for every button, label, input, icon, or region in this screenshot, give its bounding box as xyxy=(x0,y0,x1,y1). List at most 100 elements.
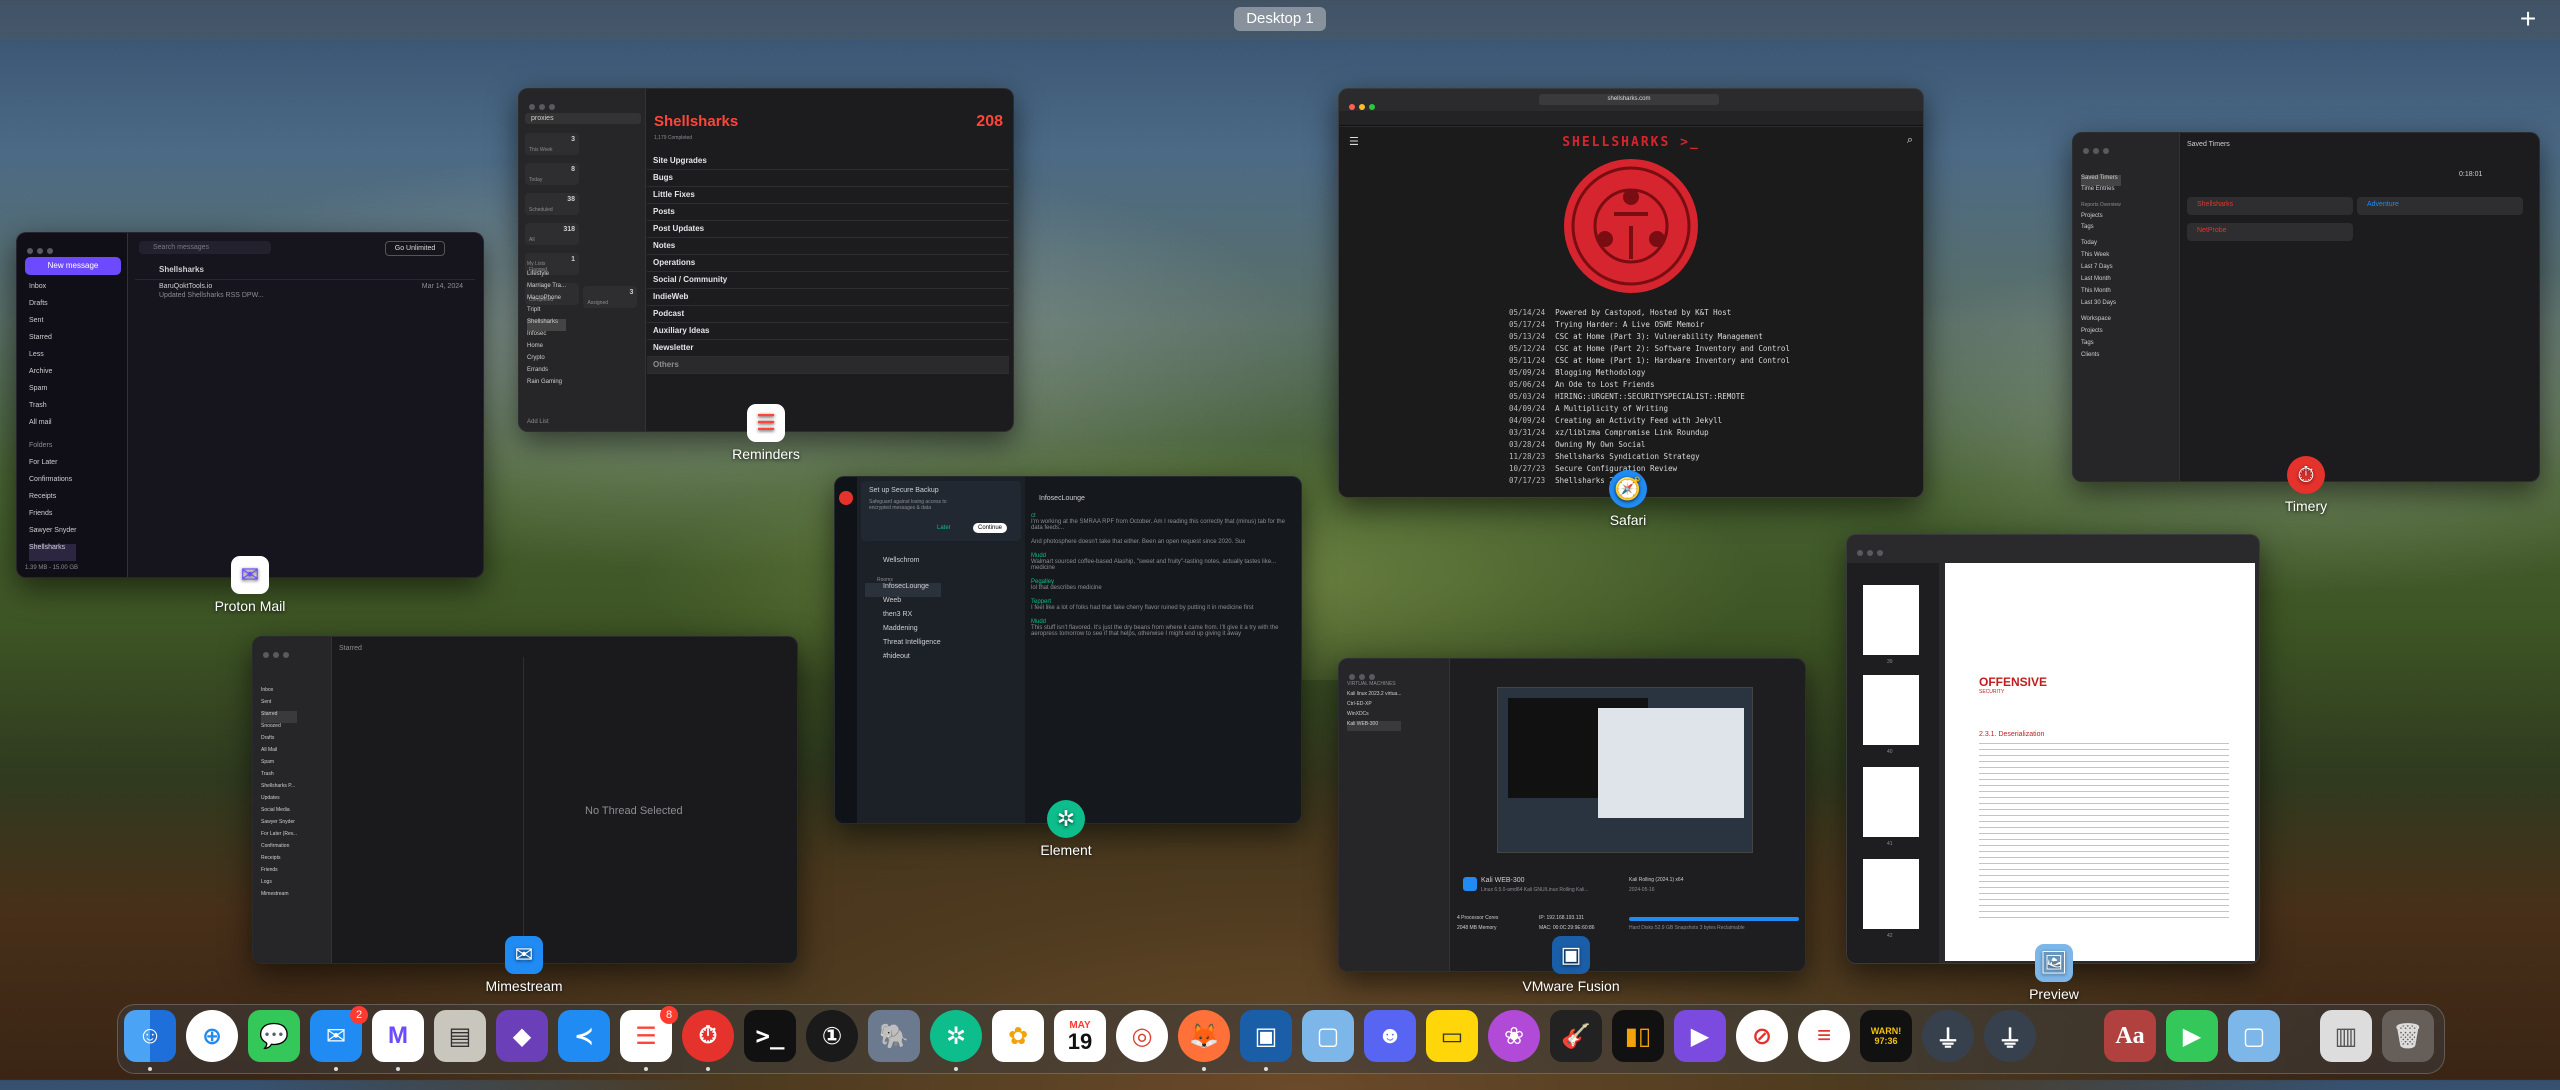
room-item[interactable]: Wellschrom xyxy=(865,557,941,571)
smart-list-assigned[interactable]: Assigned 3 xyxy=(583,286,638,308)
folder-less[interactable]: Less xyxy=(29,351,76,368)
vm-screen-preview[interactable] xyxy=(1497,687,1753,853)
mime-folder[interactable]: Sent xyxy=(261,699,297,711)
group-indieweb[interactable]: IndieWeb xyxy=(647,289,1009,306)
list-marriage[interactable]: Marriage Tra... xyxy=(527,283,566,295)
garageband-icon[interactable]: 🎸 xyxy=(1550,1010,1602,1062)
add-list-button[interactable]: Add List xyxy=(527,419,549,425)
vscode-icon[interactable]: ≺ xyxy=(558,1010,610,1062)
list-rain-gaming[interactable]: Rain Gaming xyxy=(527,379,566,391)
reminders-label[interactable]: ☰ Reminders xyxy=(716,404,816,462)
list-shellsharks[interactable]: Shellsharks xyxy=(527,319,567,331)
mime-folder[interactable]: Trash xyxy=(261,771,297,783)
safari-tab-bar[interactable] xyxy=(1339,111,1923,126)
audio-icon[interactable]: ▮▯ xyxy=(1612,1010,1664,1062)
group-site-upgrades[interactable]: Site Upgrades xyxy=(647,153,1009,170)
add-space-button[interactable]: + xyxy=(2514,4,2542,34)
message-list-item[interactable]: BaruQoktTools.io Updated Shellsharks RSS… xyxy=(135,279,475,308)
mime-folder[interactable]: Mimestream xyxy=(261,891,297,903)
warp-icon[interactable]: WARN! 97:36 xyxy=(1860,1010,1912,1062)
space-desktop-1[interactable]: Desktop 1 xyxy=(1234,7,1326,31)
preview-label[interactable]: 🖼 Preview xyxy=(2004,944,2104,1002)
folder-for-later[interactable]: For Later xyxy=(29,459,76,476)
mimestream-window[interactable]: Inbox Sent Starred Snoozed Drafts All Ma… xyxy=(252,636,798,964)
room-item[interactable]: #hideout xyxy=(865,653,941,667)
post-item[interactable]: 05/03/24 HIRING::URGENT::SECURITYSPECIALI… xyxy=(1509,391,1790,403)
post-item[interactable]: 03/31/24 xz/liblzma Compromise Link Round… xyxy=(1509,427,1790,439)
thumb-page[interactable] xyxy=(1863,585,1919,655)
group-post-updates[interactable]: Post Updates xyxy=(647,221,1009,238)
messages-icon[interactable]: 💬 xyxy=(248,1010,300,1062)
group-operations[interactable]: Operations xyxy=(647,255,1009,272)
mimestream-label[interactable]: ✉ Mimestream xyxy=(474,936,574,994)
mime-folder[interactable]: Snoozed xyxy=(261,723,297,735)
post-item[interactable]: 05/06/24 An Ode to Lost Friends xyxy=(1509,379,1790,391)
proton-mail-window[interactable]: New message Inbox Drafts Sent Starred Le… xyxy=(16,232,484,578)
mime-folder[interactable]: Drafts xyxy=(261,735,297,747)
list-tripit[interactable]: TripIt xyxy=(527,307,566,319)
smart-list-all[interactable]: All 318 xyxy=(525,223,579,245)
vmware-fusion-label[interactable]: ▣ VMware Fusion xyxy=(1514,936,1628,994)
mime-folder[interactable]: Social Media xyxy=(261,807,297,819)
room-item[interactable]: Weeb xyxy=(865,597,941,611)
timery-label[interactable]: ⏱ Timery xyxy=(2256,456,2356,514)
sidebar-saved-timers[interactable]: Saved Timers xyxy=(2081,175,2121,186)
vm-item[interactable]: WinXDCs xyxy=(1347,711,1401,721)
group-bugs[interactable]: Bugs xyxy=(647,170,1009,187)
timer-card-shellsharks[interactable]: Shellsharks xyxy=(2187,197,2353,215)
mime-folder[interactable]: Friends xyxy=(261,867,297,879)
sidebar-last-7-days[interactable]: Last 7 Days xyxy=(2081,264,2121,276)
proton-mail-label[interactable]: ✉ Proton Mail xyxy=(200,556,300,614)
chrome-icon[interactable]: ◎ xyxy=(1116,1010,1168,1062)
folder-drafts[interactable]: Drafts xyxy=(29,300,76,317)
thumb-page[interactable] xyxy=(1863,675,1919,745)
bloom-icon[interactable]: ❀ xyxy=(1488,1010,1540,1062)
mime-folder[interactable]: Sawyer Snyder xyxy=(261,819,297,831)
timery-icon[interactable]: ⏱ xyxy=(682,1010,734,1062)
sidebar-time-entries[interactable]: Time Entries xyxy=(2081,186,2121,202)
room-item[interactable]: then3 RX xyxy=(865,611,941,625)
fantastical-icon[interactable]: ≡ xyxy=(1798,1010,1850,1062)
sidebar-projects[interactable]: Projects xyxy=(2081,213,2121,224)
preview-window[interactable]: 39 40 41 42 OFFENSIVE SECURITY 2.3.1. De… xyxy=(1846,534,2260,964)
ipsecure-icon[interactable]: ⏚ xyxy=(1984,1010,2036,1062)
post-item[interactable]: 05/13/24 CSC at Home (Part 3): Vulnerabil… xyxy=(1509,331,1790,343)
backup-later-button[interactable]: Later xyxy=(937,525,951,531)
mime-folder[interactable]: Receipts xyxy=(261,855,297,867)
sidebar-this-month[interactable]: This Month xyxy=(2081,288,2121,300)
sidebar-workspace[interactable]: Workspace xyxy=(2081,316,2121,328)
post-item[interactable]: 04/09/24 A Multiplicity of Writing xyxy=(1509,403,1790,415)
notes-stack-icon[interactable]: ▤ xyxy=(434,1010,486,1062)
folder-inbox[interactable]: Inbox xyxy=(29,283,76,300)
dictionary-icon[interactable]: Aa xyxy=(2104,1010,2156,1062)
folder-receipts[interactable]: Receipts xyxy=(29,493,76,510)
mime-folder[interactable]: All Mail xyxy=(261,747,297,759)
list-crypto[interactable]: Crypto xyxy=(527,355,566,367)
iina-icon[interactable]: ▶ xyxy=(1674,1010,1726,1062)
folder-starred[interactable]: Starred xyxy=(29,334,76,351)
sidebar-reports-overview[interactable]: Reports Overview xyxy=(2081,202,2121,213)
archive-icon[interactable]: ▥ xyxy=(2320,1010,2372,1062)
group-notes[interactable]: Notes xyxy=(647,238,1009,255)
trash-icon[interactable]: 🗑 xyxy=(2382,1010,2434,1062)
mime-folder[interactable]: For Later (Rev... xyxy=(261,831,297,843)
vmware-fusion-window[interactable]: VIRTUAL MACHINES Kali linux 2023.2 virtu… xyxy=(1338,658,1806,972)
usb-icon[interactable]: ⏚ xyxy=(1922,1010,1974,1062)
sidebar-tags[interactable]: Tags xyxy=(2081,224,2121,240)
post-item[interactable]: 05/17/24 Trying Harder: A Live OSWE Memoi… xyxy=(1509,319,1790,331)
safari-label[interactable]: 🧭 Safari xyxy=(1578,470,1678,528)
go-unlimited-button[interactable]: Go Unlimited xyxy=(385,241,445,256)
post-item[interactable]: 04/09/24 Creating an Activity Feed with J… xyxy=(1509,415,1790,427)
list-infosec[interactable]: Infosec xyxy=(527,331,566,343)
group-auxiliary-ideas[interactable]: Auxiliary Ideas xyxy=(647,323,1009,340)
element-avatar[interactable] xyxy=(839,491,853,505)
smart-list-this-week[interactable]: This Week 3 xyxy=(525,133,579,155)
folder-friends[interactable]: Friends xyxy=(29,510,76,527)
list-macrophone[interactable]: MacroPhone xyxy=(527,295,566,307)
sidebar-ws-tags[interactable]: Tags xyxy=(2081,340,2121,352)
folder-all-mail[interactable]: All mail xyxy=(29,419,76,442)
new-message-button[interactable]: New message xyxy=(25,257,121,275)
folder-sent[interactable]: Sent xyxy=(29,317,76,334)
photos-icon[interactable]: ✿ xyxy=(992,1010,1044,1062)
sidebar-last-month[interactable]: Last Month xyxy=(2081,276,2121,288)
